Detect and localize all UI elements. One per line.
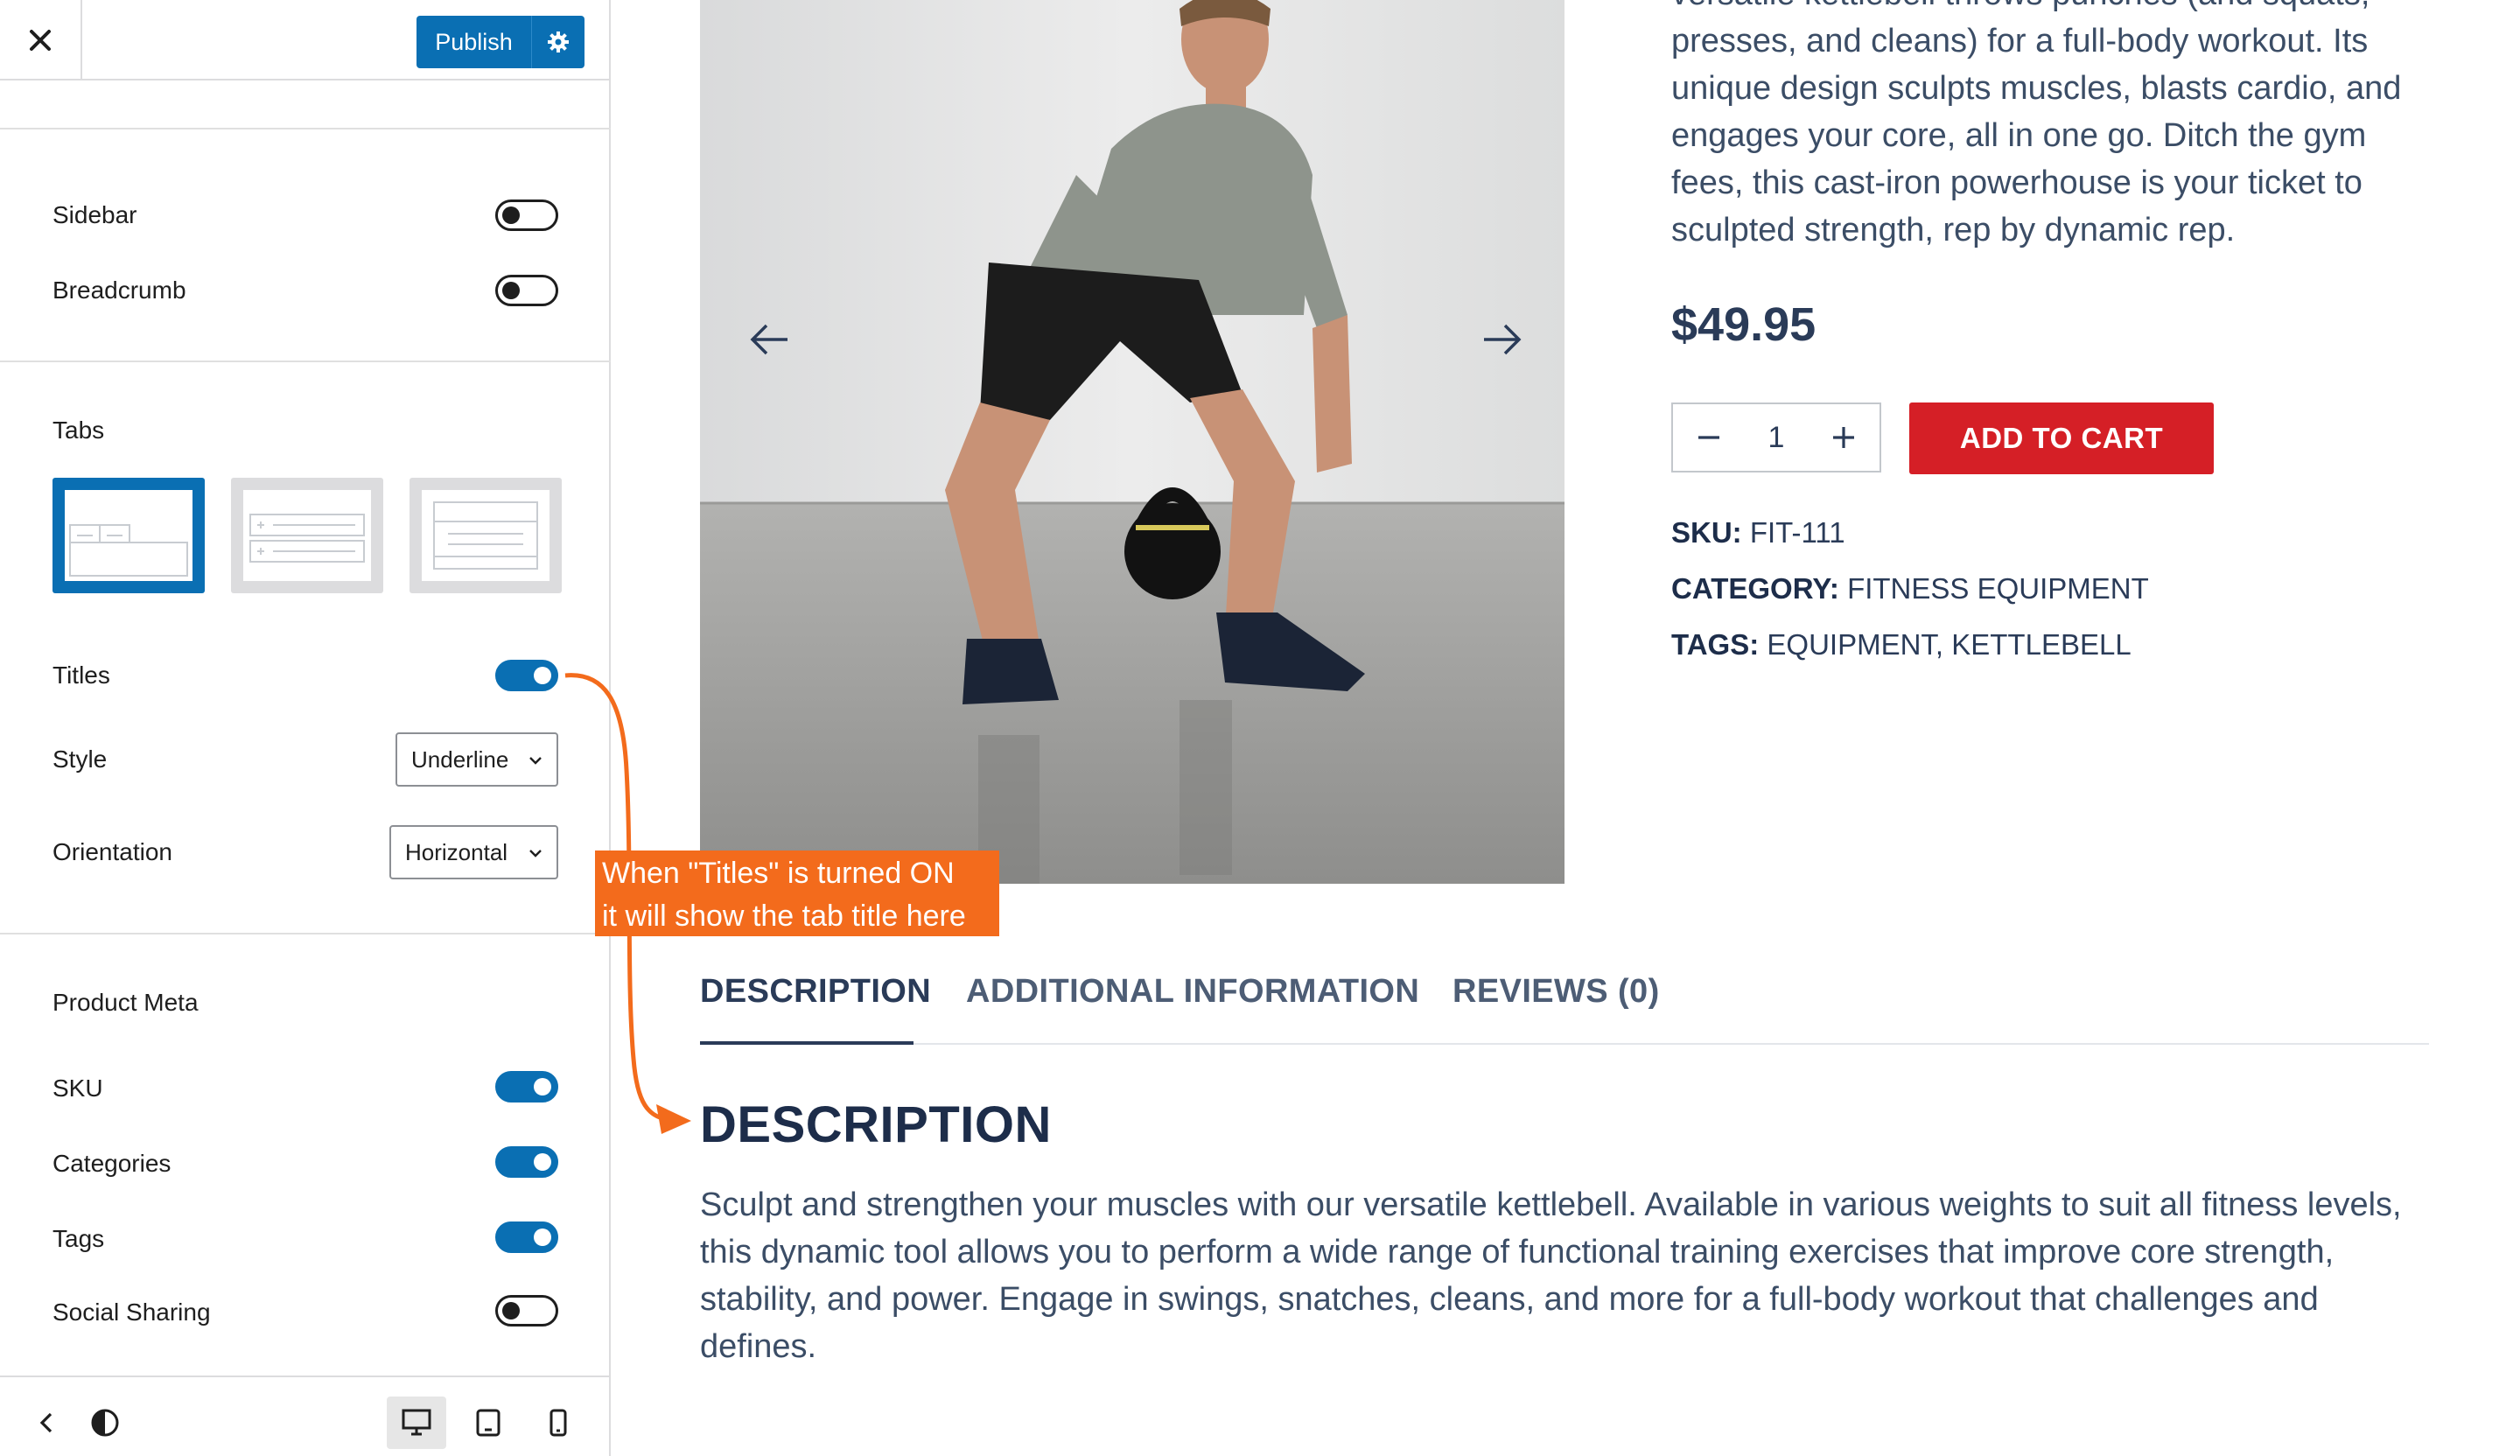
tablet-icon <box>476 1409 500 1437</box>
titles-toggle-label: Titles <box>52 662 110 689</box>
category-meta-link[interactable]: FITNESS EQUIPMENT <box>1847 572 2149 605</box>
product-meta-sku: SKU: FIT-111 <box>1671 516 1845 550</box>
product-image <box>700 0 1564 884</box>
tags-toggle[interactable] <box>495 1222 558 1253</box>
desktop-preview-button[interactable] <box>387 1396 446 1449</box>
toggle-knob <box>502 206 520 224</box>
customizer-sidebar: Publish Sidebar Breadcrumb Tabs Titles S… <box>0 0 611 1456</box>
orientation-select-value: Horizontal <box>405 838 508 865</box>
annotation-line-2: it will show the tab title here <box>602 900 966 933</box>
orientation-label: Orientation <box>52 838 172 865</box>
sku-meta-value: FIT-111 <box>1749 516 1845 549</box>
customizer-footer <box>0 1376 611 1456</box>
tab-layout-accordion[interactable] <box>231 478 383 593</box>
tab-additional-information[interactable]: ADDITIONAL INFORMATION <box>966 973 1419 1011</box>
product-short-description: versatile kettlebell throws punches (and… <box>1671 0 2402 248</box>
product-meta-category: CATEGORY: FITNESS EQUIPMENT <box>1671 572 2149 606</box>
categories-toggle-label: Categories <box>52 1150 172 1177</box>
gallery-next-arrow-icon[interactable] <box>1482 322 1522 357</box>
sku-meta-label: SKU: <box>1671 516 1742 549</box>
sku-toggle[interactable] <box>495 1071 558 1102</box>
divider <box>0 360 611 362</box>
tab-layout-list[interactable] <box>410 478 562 593</box>
tab-reviews[interactable]: REVIEWS (0) <box>1452 973 1660 1011</box>
style-label: Style <box>52 746 108 773</box>
categories-toggle[interactable] <box>495 1146 558 1178</box>
divider <box>0 128 611 130</box>
category-meta-label: CATEGORY: <box>1671 572 1839 605</box>
customizer-header: Publish <box>0 0 611 80</box>
close-button[interactable] <box>0 0 82 80</box>
publish-group: Publish <box>416 16 584 68</box>
add-to-cart-button[interactable]: ADD TO CART <box>1909 402 2214 474</box>
style-select[interactable]: Underline <box>396 732 558 787</box>
publish-settings-button[interactable] <box>532 16 584 68</box>
publish-button[interactable]: Publish <box>416 16 532 68</box>
annotation-line-1: When "Titles" is turned ON <box>602 857 955 890</box>
toggle-knob <box>534 1153 551 1171</box>
chevron-down-icon <box>529 757 542 765</box>
product-tabs: DESCRIPTION ADDITIONAL INFORMATION REVIE… <box>700 973 2429 1045</box>
toggle-knob <box>502 282 520 299</box>
tablet-preview-button[interactable] <box>458 1396 518 1449</box>
chevron-down-icon <box>529 850 542 858</box>
quantity-value[interactable]: 1 <box>1768 421 1785 455</box>
tags-meta-label: TAGS: <box>1671 628 1760 661</box>
gear-icon <box>548 32 569 52</box>
tags-toggle-label: Tags <box>52 1225 105 1252</box>
titles-toggle[interactable] <box>495 660 558 691</box>
quantity-stepper: 1 <box>1671 402 1881 472</box>
close-icon <box>30 30 51 51</box>
tab-layout-horizontal[interactable] <box>52 478 205 593</box>
description-body: Sculpt and strengthen your muscles with … <box>700 1186 2402 1365</box>
product-meta-section-title: Product Meta <box>52 989 199 1016</box>
active-tab-underline <box>700 1041 914 1045</box>
social-sharing-toggle-label: Social Sharing <box>52 1298 211 1326</box>
sku-toggle-label: SKU <box>52 1074 103 1102</box>
list-tabs-icon <box>422 490 550 581</box>
toggle-knob <box>502 1302 520 1320</box>
accordion-tabs-icon <box>243 490 371 581</box>
annotation-callout: When "Titles" is turned ON it will show … <box>595 850 999 936</box>
breadcrumb-toggle-label: Breadcrumb <box>52 276 186 304</box>
plus-icon[interactable] <box>1830 424 1857 451</box>
desktop-icon <box>402 1409 431 1436</box>
minus-icon[interactable] <box>1696 424 1722 451</box>
tab-description[interactable]: DESCRIPTION <box>700 973 931 1011</box>
mobile-preview-button[interactable] <box>528 1396 588 1449</box>
contrast-icon <box>91 1409 119 1437</box>
divider <box>0 933 611 934</box>
horizontal-tabs-icon <box>65 490 192 581</box>
tags-meta-links[interactable]: EQUIPMENT, KETTLEBELL <box>1767 628 2131 661</box>
chevron-left-icon <box>39 1412 52 1433</box>
sidebar-toggle[interactable] <box>495 200 558 231</box>
product-meta-tags: TAGS: EQUIPMENT, KETTLEBELL <box>1671 628 2132 662</box>
gallery-prev-arrow-icon[interactable] <box>749 322 789 357</box>
orientation-select[interactable]: Horizontal <box>389 825 558 879</box>
product-price: $49.95 <box>1671 298 1816 351</box>
social-sharing-toggle[interactable] <box>495 1295 558 1326</box>
style-select-value: Underline <box>411 746 509 773</box>
toggle-knob <box>534 667 551 684</box>
breadcrumb-toggle[interactable] <box>495 275 558 306</box>
product-photo <box>700 0 1564 884</box>
description-heading: DESCRIPTION <box>700 1096 1052 1153</box>
product-page-preview: versatile kettlebell throws punches (and… <box>612 0 2520 1456</box>
dark-mode-toggle[interactable] <box>75 1396 135 1449</box>
toggle-knob <box>534 1078 551 1096</box>
sidebar-toggle-label: Sidebar <box>52 201 137 228</box>
toggle-knob <box>534 1228 551 1246</box>
tabs-section-title: Tabs <box>52 416 105 444</box>
mobile-icon <box>550 1409 567 1437</box>
back-button[interactable] <box>18 1396 77 1449</box>
